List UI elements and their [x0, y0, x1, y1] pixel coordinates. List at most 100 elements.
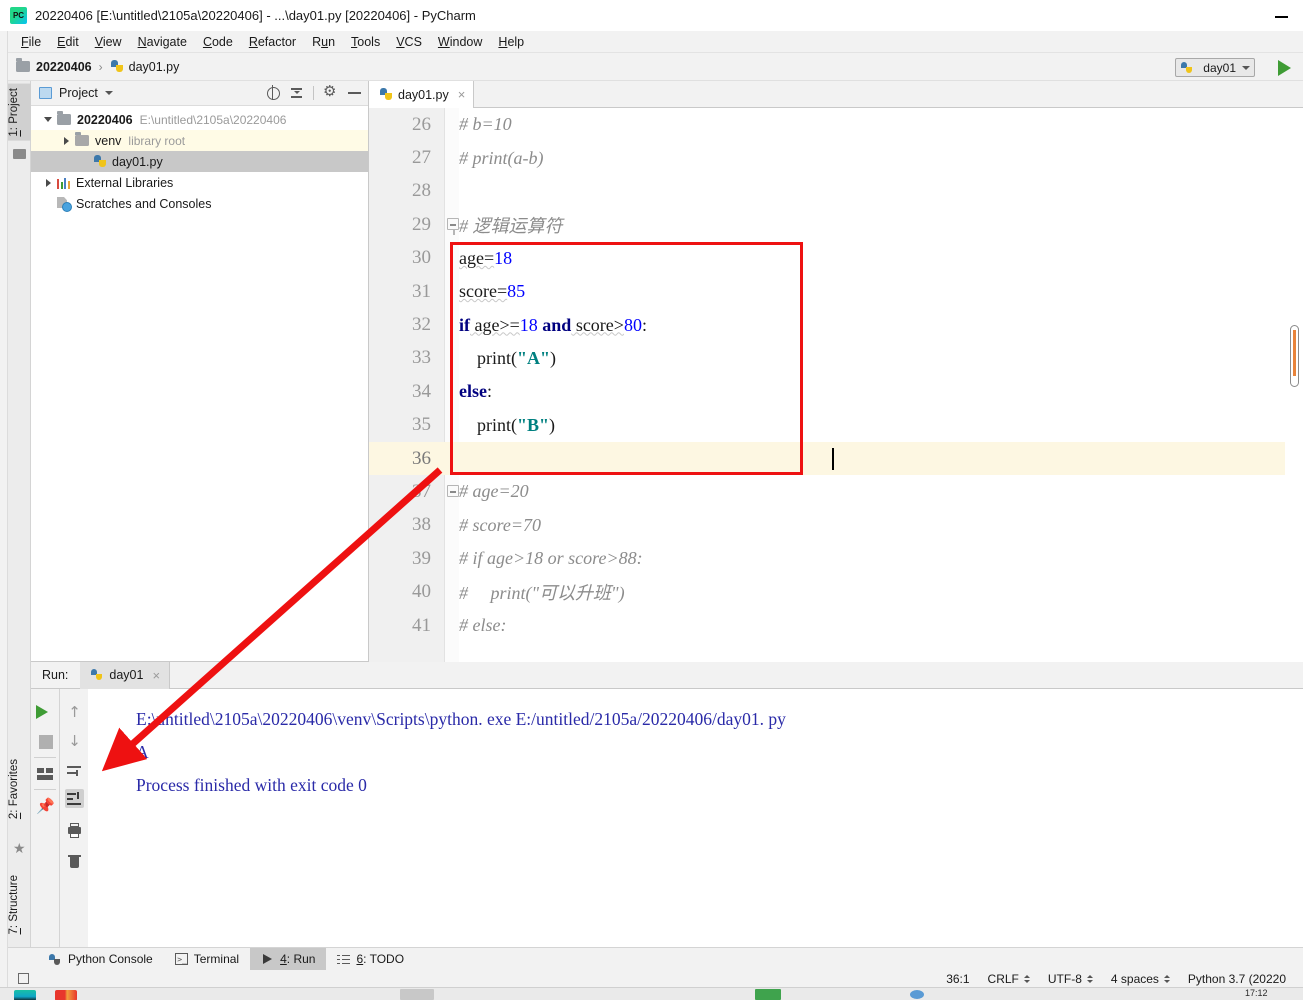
- menu-file[interactable]: File: [13, 33, 49, 51]
- line-number: 36: [369, 447, 445, 470]
- code-line-current: 36: [369, 441, 1303, 476]
- chevron-down-icon[interactable]: [104, 91, 113, 95]
- pin-icon[interactable]: 📌: [36, 797, 55, 816]
- status-interpreter[interactable]: Python 3.7 (20220: [1179, 972, 1295, 986]
- editor-tab-strip: day01.py ×: [369, 81, 1303, 108]
- bottom-tool-bar: Python Console >_ Terminal 4 : Run 6 : T…: [8, 947, 1303, 971]
- code-editor[interactable]: 26 # b=10 27 # print(a-b) 28 29 # 逻辑运算符: [369, 108, 1303, 662]
- status-encoding[interactable]: UTF-8: [1039, 972, 1102, 986]
- updown-icon: [1023, 974, 1030, 983]
- scrollbar-thumb[interactable]: [1290, 325, 1299, 387]
- menu-tools[interactable]: Tools: [343, 33, 388, 51]
- fold-marker-icon[interactable]: [447, 218, 459, 236]
- run-panel: Run: day01 × 📌 ↑ ↓ E:\untitled\2105a\202…: [31, 661, 1303, 947]
- stop-icon[interactable]: [36, 732, 55, 751]
- run-configuration-selector[interactable]: day01: [1175, 58, 1255, 77]
- editor-tab-day01[interactable]: day01.py ×: [369, 81, 475, 108]
- menu-navigate[interactable]: Navigate: [130, 33, 195, 51]
- code-line: 40 # print("可以升班"): [369, 575, 1303, 608]
- tree-node-day01[interactable]: day01.py: [31, 151, 368, 172]
- title-bar: 20220406 [E:\untitled\2105a\20220406] - …: [0, 0, 1303, 31]
- status-indent[interactable]: 4 spaces: [1102, 972, 1179, 986]
- hide-icon[interactable]: [347, 85, 362, 100]
- bottom-button-todo[interactable]: 6 : TODO: [326, 948, 415, 971]
- status-line-separator[interactable]: CRLF: [979, 972, 1039, 986]
- collapse-all-icon[interactable]: [289, 85, 304, 100]
- sidebar-tab-structure[interactable]: 7: Structure: [8, 871, 31, 938]
- sidebar-tab-project[interactable]: 1: Project: [8, 84, 31, 141]
- breadcrumb-separator: ›: [98, 59, 103, 74]
- status-encoding-label: UTF-8: [1047, 971, 1082, 986]
- minimize-icon[interactable]: [1275, 10, 1289, 22]
- menu-vcs[interactable]: VCS: [388, 33, 430, 51]
- python-file-icon: [379, 87, 393, 102]
- chevron-right-icon[interactable]: [39, 178, 57, 187]
- taskbar-app-icon-4[interactable]: [755, 989, 781, 1000]
- code-line: 41 # else:: [369, 609, 1303, 642]
- run-button[interactable]: [1278, 60, 1291, 76]
- run-tab-day01[interactable]: day01 ×: [80, 661, 171, 689]
- tree-node-scratches[interactable]: Scratches and Consoles: [31, 193, 368, 214]
- breadcrumb-file[interactable]: day01.py: [129, 60, 180, 74]
- tree-node-project-root[interactable]: 20220406 E:\untitled\2105a\20220406: [31, 109, 368, 130]
- tree-node-label: External Libraries: [76, 175, 174, 190]
- tree-node-external-libraries[interactable]: External Libraries: [31, 172, 368, 193]
- line-number: 40: [412, 581, 431, 603]
- menu-help[interactable]: Help: [490, 33, 532, 51]
- chevron-down-icon: [1242, 65, 1250, 70]
- menu-edit[interactable]: Edit: [49, 33, 87, 51]
- code-line: 33 print("A"): [369, 342, 1303, 375]
- line-number: 29: [412, 213, 431, 235]
- gear-icon[interactable]: [323, 82, 338, 100]
- bottom-button-python-console[interactable]: Python Console: [38, 948, 164, 971]
- scroll-to-end-icon[interactable]: [65, 789, 84, 808]
- bottom-button-run[interactable]: 4 : Run: [250, 947, 327, 971]
- fold-marker-icon[interactable]: [447, 485, 459, 498]
- taskbar-app-icon-1[interactable]: [14, 990, 36, 1000]
- menu-view[interactable]: View: [87, 33, 130, 51]
- trash-icon[interactable]: [65, 851, 84, 870]
- sidebar-tab-favorites[interactable]: 2: Favorites: [8, 755, 31, 823]
- code-line: 34 else:: [369, 375, 1303, 408]
- chevron-down-icon[interactable]: [39, 117, 57, 122]
- tree-node-label: venv: [95, 133, 122, 148]
- menu-refactor[interactable]: Refactor: [241, 33, 304, 51]
- run-console-output[interactable]: E:\untitled\2105a\20220406\venv\Scripts\…: [88, 689, 1303, 947]
- run-configuration-label: day01: [1203, 60, 1236, 75]
- editor-area: day01.py × 26 # b=10 27 # print(a-b) 28: [369, 81, 1303, 662]
- layout-icon[interactable]: [36, 765, 55, 784]
- up-arrow-icon[interactable]: ↑: [65, 703, 84, 722]
- soft-wrap-icon[interactable]: [65, 761, 84, 780]
- editor-scrollbar[interactable]: [1285, 135, 1303, 662]
- status-line-separator-label: CRLF: [987, 971, 1019, 986]
- menu-window[interactable]: Window: [430, 33, 490, 51]
- line-text: # else:: [459, 615, 507, 636]
- close-icon[interactable]: ×: [152, 668, 160, 683]
- taskbar-app-icon-3[interactable]: [400, 989, 434, 1000]
- status-caret-position[interactable]: 36:1: [937, 972, 978, 986]
- bottom-button-terminal[interactable]: >_ Terminal: [164, 948, 250, 971]
- line-number: 35: [412, 414, 431, 436]
- line-text: else:: [459, 381, 492, 402]
- down-arrow-icon[interactable]: ↓: [65, 732, 84, 751]
- line-number: 38: [412, 514, 431, 536]
- taskbar-app-icon-2[interactable]: [55, 990, 77, 1000]
- menu-run[interactable]: Run: [304, 33, 343, 51]
- rerun-icon[interactable]: [36, 703, 55, 722]
- chevron-right-icon[interactable]: [57, 136, 75, 145]
- line-text: # score=70: [459, 514, 541, 535]
- breadcrumb-project[interactable]: 20220406: [36, 60, 92, 74]
- print-icon[interactable]: [65, 821, 84, 840]
- code-line: 27 # print(a-b): [369, 141, 1303, 174]
- tree-node-venv[interactable]: venv library root: [31, 130, 368, 151]
- locate-target-icon[interactable]: [265, 85, 280, 100]
- sidebar-tab-structure-label: : Structure: [8, 875, 20, 929]
- taskbar-app-icon-5[interactable]: [910, 990, 924, 999]
- project-panel-title: Project: [59, 86, 98, 100]
- menu-code[interactable]: Code: [195, 33, 241, 51]
- status-indicator-icon: [18, 973, 29, 984]
- menu-tools-label: ools: [357, 34, 381, 49]
- line-text: if age>=18 and score>80:: [459, 314, 647, 335]
- left-tool-strip: 1: Project 2: Favorites ★ 7: Structure: [8, 81, 31, 971]
- close-icon[interactable]: ×: [458, 87, 466, 102]
